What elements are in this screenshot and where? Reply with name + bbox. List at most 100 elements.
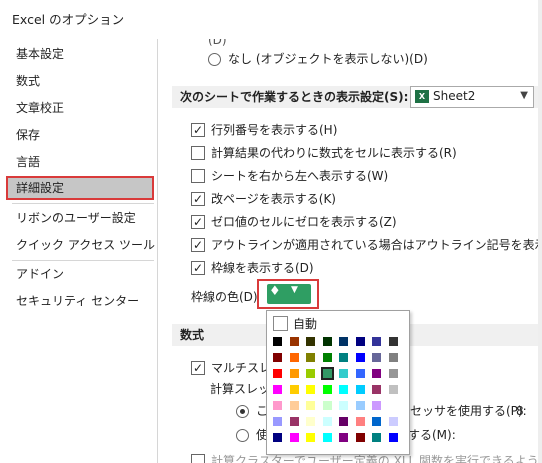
color-swatch-000000[interactable] <box>272 336 283 347</box>
sidebar-item-quick-access[interactable]: クイック アクセス ツール バー <box>6 233 183 257</box>
partial-option-text: (D) <box>208 39 227 47</box>
sidebar-divider <box>12 260 154 261</box>
color-swatch-ccffff[interactable] <box>321 416 333 427</box>
scrollbar[interactable] <box>538 0 542 463</box>
color-swatch-008080[interactable] <box>338 352 349 363</box>
checkbox[interactable] <box>191 212 205 232</box>
option-label: シートを右から左へ表示する(W) <box>211 169 389 183</box>
color-swatch-00ffff[interactable] <box>321 432 333 443</box>
color-swatch-ff6600[interactable] <box>288 352 300 363</box>
color-swatch-c0c0c0[interactable] <box>387 384 399 395</box>
color-swatch-808080[interactable] <box>387 352 399 363</box>
color-swatch-00ff00[interactable] <box>321 384 333 395</box>
color-swatch-993366[interactable] <box>371 384 382 395</box>
color-swatch-0066cc[interactable] <box>371 416 382 427</box>
color-swatch-ff99cc[interactable] <box>272 400 283 411</box>
checkbox[interactable] <box>191 146 205 160</box>
checkbox[interactable] <box>191 235 205 255</box>
checkbox[interactable] <box>191 120 205 140</box>
color-swatch-cc99ff[interactable] <box>371 400 382 411</box>
checkbox[interactable] <box>191 454 205 463</box>
color-swatch-008080[interactable] <box>371 432 382 443</box>
color-swatch-993300[interactable] <box>288 336 300 347</box>
checkbox[interactable] <box>191 189 205 209</box>
color-swatch-808000[interactable] <box>305 352 316 363</box>
processor-count: 8 <box>516 404 524 418</box>
color-swatch-ffcc00[interactable] <box>288 384 300 395</box>
color-swatch-00ccff[interactable] <box>354 384 366 395</box>
color-swatch-333300[interactable] <box>305 336 316 347</box>
color-swatch-0000ff[interactable] <box>354 352 366 363</box>
color-swatch-ff9900[interactable] <box>288 368 300 379</box>
sidebar-item-addins[interactable]: アドイン <box>6 262 154 286</box>
color-swatch-800000[interactable] <box>354 432 366 443</box>
color-swatch-003366[interactable] <box>338 336 349 347</box>
radio-button[interactable] <box>236 429 249 442</box>
color-swatch-3366ff[interactable] <box>354 368 366 379</box>
sidebar-item-save[interactable]: 保存 <box>6 123 154 147</box>
sidebar-item-language[interactable]: 言語 <box>6 150 154 174</box>
radio-button[interactable] <box>208 53 221 66</box>
color-swatch-800080[interactable] <box>338 432 349 443</box>
color-palette-popup: 自動 <box>266 310 410 455</box>
option-label: 行列番号を表示する(H) <box>211 123 338 137</box>
sidebar-item-proofing[interactable]: 文章校正 <box>6 96 154 120</box>
color-swatch-333333[interactable] <box>387 336 399 347</box>
option-label: ゼロ値のセルにゼロを表示する(Z) <box>211 215 397 229</box>
option-label: アウトラインが適用されている場合はアウトライン記号を表示する(O) <box>211 238 542 252</box>
title-bar: Excel のオプション <box>0 0 542 34</box>
sidebar-item-basic[interactable]: 基本設定 <box>6 42 154 66</box>
color-swatch-800080[interactable] <box>371 368 382 379</box>
color-swatch-666699[interactable] <box>371 352 382 363</box>
color-swatch-800000[interactable] <box>272 352 283 363</box>
sidebar-item-customize-ribbon[interactable]: リボンのユーザー設定 <box>6 206 154 230</box>
color-swatch-969696[interactable] <box>387 368 399 379</box>
color-swatch-ff8080[interactable] <box>354 416 366 427</box>
sidebar-item-trust-center[interactable]: セキュリティ センター <box>6 289 154 313</box>
color-swatch-ff00ff[interactable] <box>272 384 283 395</box>
checkbox[interactable] <box>191 169 205 183</box>
window-title: Excel のオプション <box>12 12 125 27</box>
color-swatch-003300[interactable] <box>321 336 333 347</box>
color-swatch-33cccc[interactable] <box>338 368 349 379</box>
gridline-color-button[interactable]: ♦ ▼ <box>257 279 319 309</box>
color-swatch-ffff00[interactable] <box>305 432 316 443</box>
color-swatch-ffcc99[interactable] <box>288 400 300 411</box>
color-swatch-ccccff[interactable] <box>387 416 399 427</box>
checkbox[interactable] <box>191 358 205 378</box>
sidebar-item-formulas[interactable]: 数式 <box>6 69 154 93</box>
sheet-select-value: Sheet2 <box>433 89 476 103</box>
color-swatch-ffffcc[interactable] <box>305 416 316 427</box>
color-swatch-ccffff[interactable] <box>338 400 349 411</box>
option-none-label: なし (オブジェクトを表示しない)(D) <box>228 52 428 66</box>
color-swatch-00ffff[interactable] <box>338 384 349 395</box>
excel-sheet-icon: X <box>415 90 429 103</box>
color-swatch-ffffff[interactable] <box>387 400 399 411</box>
color-swatch-339966[interactable] <box>320 367 334 380</box>
radio-button[interactable] <box>236 405 249 418</box>
sidebar-item-advanced[interactable]: 詳細設定 <box>6 176 154 200</box>
color-swatch-000080[interactable] <box>354 336 366 347</box>
automatic-color-option[interactable]: 自動 <box>269 314 405 331</box>
option-label: 枠線を表示する(D) <box>211 261 314 275</box>
color-swatch-99cc00[interactable] <box>305 368 316 379</box>
color-swatch-ccffcc[interactable] <box>321 400 333 411</box>
color-swatch-ff0000[interactable] <box>272 368 283 379</box>
color-swatch-008000[interactable] <box>321 352 333 363</box>
color-swatch-333399[interactable] <box>371 336 382 347</box>
color-swatch-ffff99[interactable] <box>305 400 316 411</box>
color-swatch-993366[interactable] <box>288 416 300 427</box>
sheet-select[interactable]: X Sheet2 ▼ <box>410 86 534 108</box>
color-swatch-0000ff[interactable] <box>387 432 399 443</box>
sidebar-divider <box>12 203 154 204</box>
color-swatch-000080[interactable] <box>272 432 283 443</box>
color-swatch-660066[interactable] <box>338 416 349 427</box>
chevron-down-icon: ▼ <box>520 90 528 101</box>
option-label: 改ページを表示する(K) <box>211 192 336 206</box>
color-swatch-99ccff[interactable] <box>354 400 366 411</box>
color-swatch-ff00ff[interactable] <box>288 432 300 443</box>
automatic-color-label: 自動 <box>293 317 318 331</box>
color-swatch-9999ff[interactable] <box>272 416 283 427</box>
color-swatch-ffff00[interactable] <box>305 384 316 395</box>
checkbox[interactable] <box>191 258 205 278</box>
